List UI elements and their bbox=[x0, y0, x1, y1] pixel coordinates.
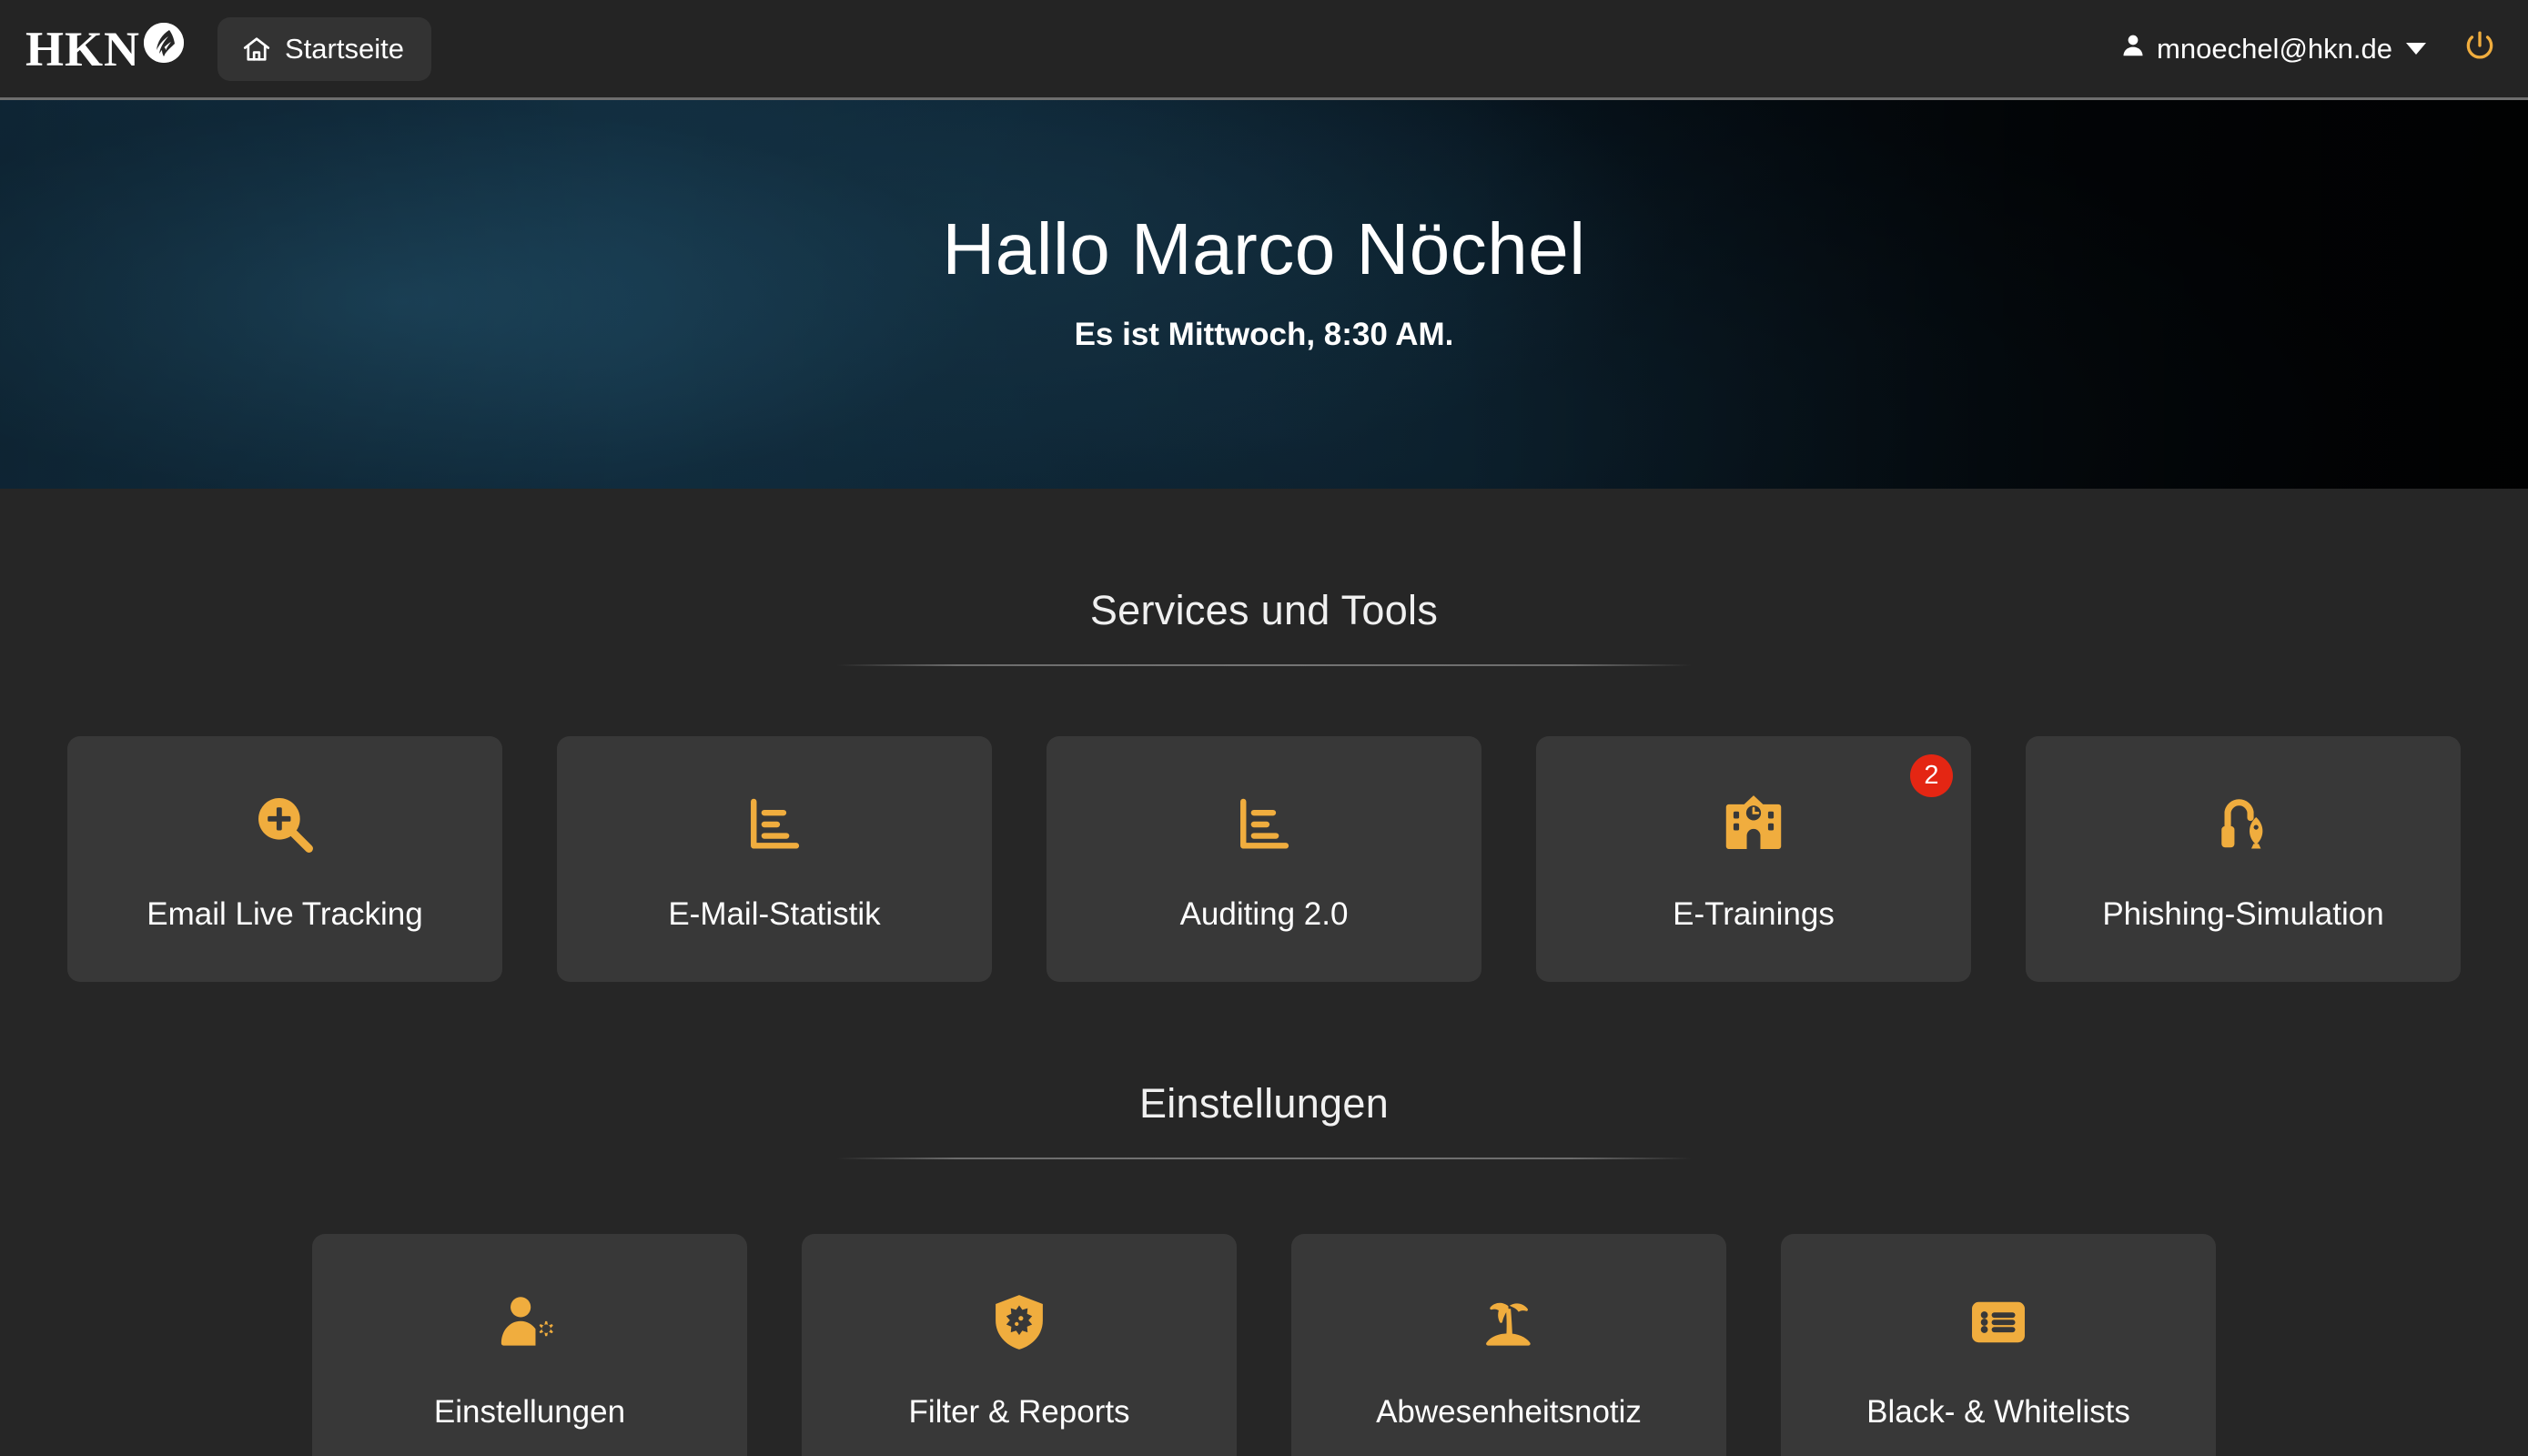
service-card-phishing-simulation[interactable]: Phishing-Simulation bbox=[2026, 736, 2461, 982]
top-bar: HKN Startseite mnoechel@hkn.de bbox=[0, 0, 2528, 100]
service-card-label: Phishing-Simulation bbox=[2102, 895, 2384, 932]
fishing-rod-icon bbox=[2209, 786, 2277, 863]
service-card-auditing-2-0[interactable]: Auditing 2.0 bbox=[1047, 736, 1481, 982]
school-building-icon bbox=[1718, 786, 1789, 863]
settings-card-label: Black- & Whitelists bbox=[1866, 1393, 2130, 1430]
services-divider bbox=[836, 664, 1692, 666]
magnifier-plus-icon bbox=[251, 786, 319, 863]
settings-card-einstellungen[interactable]: Einstellungen bbox=[312, 1234, 747, 1456]
chevron-down-icon bbox=[2406, 43, 2426, 55]
settings-card-filter-reports[interactable]: Filter & Reports bbox=[802, 1234, 1237, 1456]
user-menu[interactable]: mnoechel@hkn.de bbox=[2119, 32, 2426, 66]
services-section-title: Services und Tools bbox=[1089, 587, 1439, 633]
home-icon bbox=[241, 34, 272, 65]
service-card-label: E-Mail-Statistik bbox=[668, 895, 881, 932]
greeting-subtitle: Es ist Mittwoch, 8:30 AM. bbox=[1074, 316, 1454, 352]
logout-button[interactable] bbox=[2462, 29, 2497, 68]
user-icon bbox=[2119, 32, 2147, 66]
service-card-label: Auditing 2.0 bbox=[1179, 895, 1349, 932]
settings-section-title: Einstellungen bbox=[1138, 1080, 1390, 1127]
hero-banner: Hallo Marco Nöchel Es ist Mittwoch, 8:30… bbox=[0, 100, 2528, 489]
settings-section: Einstellungen Einstellungen Filter & Rep… bbox=[0, 1080, 2528, 1456]
service-card-label: E-Trainings bbox=[1673, 895, 1835, 932]
service-card-e-mail-statistik[interactable]: E-Mail-Statistik bbox=[557, 736, 992, 982]
list-box-icon bbox=[1965, 1284, 2032, 1360]
settings-divider bbox=[836, 1158, 1692, 1159]
services-section: Services und Tools Email Live Tracking E… bbox=[0, 587, 2528, 982]
shield-virus-icon bbox=[986, 1284, 1053, 1360]
settings-card-label: Filter & Reports bbox=[908, 1393, 1130, 1430]
hkn-feather-circle-logo-icon bbox=[144, 22, 185, 63]
service-card-e-trainings[interactable]: 2 E-Trainings bbox=[1536, 736, 1971, 982]
settings-card-black-whitelists[interactable]: Black- & Whitelists bbox=[1781, 1234, 2216, 1456]
service-card-label: Email Live Tracking bbox=[147, 895, 423, 932]
bar-chart-icon bbox=[743, 786, 806, 863]
bar-chart-icon bbox=[1232, 786, 1296, 863]
settings-card-grid: Einstellungen Filter & Reports Abwesenhe… bbox=[0, 1234, 2528, 1456]
settings-card-label: Abwesenheitsnotiz bbox=[1376, 1393, 1642, 1430]
service-card-email-live-tracking[interactable]: Email Live Tracking bbox=[67, 736, 502, 982]
brand-logo[interactable]: HKN bbox=[25, 21, 185, 76]
greeting-title: Hallo Marco Nöchel bbox=[942, 207, 1586, 289]
palm-island-icon bbox=[1475, 1284, 1542, 1360]
services-card-grid: Email Live Tracking E-Mail-Statistik Aud… bbox=[0, 736, 2528, 982]
user-gear-icon bbox=[496, 1284, 563, 1360]
user-email: mnoechel@hkn.de bbox=[2157, 32, 2392, 65]
power-icon bbox=[2462, 29, 2497, 68]
topbar-right-group: mnoechel@hkn.de bbox=[2119, 29, 2504, 68]
brand-name: HKN bbox=[25, 21, 141, 76]
home-button-label: Startseite bbox=[285, 32, 404, 65]
status-badge: 2 bbox=[1910, 754, 1953, 797]
settings-card-label: Einstellungen bbox=[433, 1393, 626, 1430]
settings-card-abwesenheitsnotiz[interactable]: Abwesenheitsnotiz bbox=[1291, 1234, 1726, 1456]
home-button[interactable]: Startseite bbox=[217, 16, 431, 81]
